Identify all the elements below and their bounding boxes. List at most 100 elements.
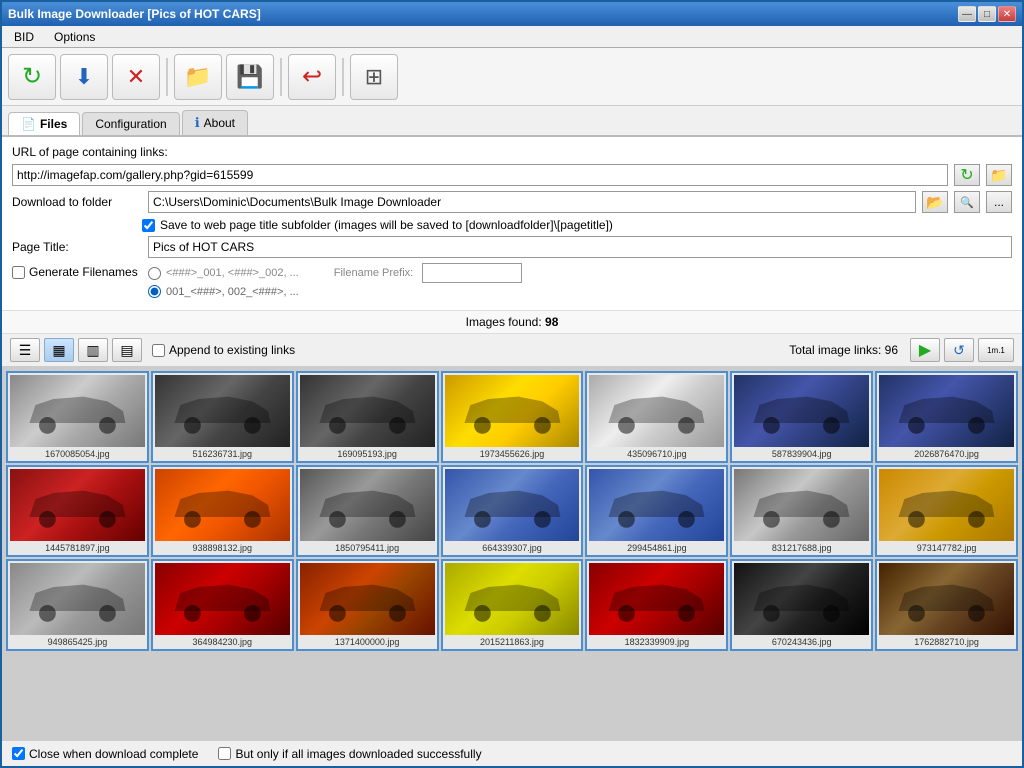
images-found-count: 98 (545, 315, 558, 329)
toolbar-separator (166, 58, 168, 96)
page-title-input[interactable] (148, 236, 1012, 258)
image-item[interactable]: 169095193.jpg (296, 371, 439, 463)
image-area[interactable]: 1670085054.jpg 516236731.jpg 169095193.jpg… (2, 367, 1022, 740)
maximize-button[interactable]: □ (978, 6, 996, 22)
subfolder-label: Save to web page title subfolder (images… (160, 218, 613, 232)
files-tab-label: Files (40, 117, 67, 131)
menu-bid[interactable]: BID (6, 28, 42, 46)
filename-prefix-input[interactable] (422, 263, 522, 283)
url-refresh-btn[interactable]: ↻ (954, 164, 980, 186)
image-filename: 938898132.jpg (192, 543, 252, 553)
image-filename: 831217688.jpg (772, 543, 832, 553)
image-item[interactable]: 831217688.jpg (730, 465, 873, 557)
url-row: URL of page containing links: (12, 145, 1012, 159)
minimize-button[interactable]: — (958, 6, 976, 22)
start-download-btn[interactable]: ▶ (910, 338, 940, 362)
open-folder-button[interactable]: 📁 (174, 54, 222, 100)
image-item[interactable]: 516236731.jpg (151, 371, 294, 463)
generate-filenames-checkbox[interactable] (12, 266, 25, 279)
url-input[interactable] (12, 164, 948, 186)
image-item[interactable]: 1670085054.jpg (6, 371, 149, 463)
toolbar-separator-3 (342, 58, 344, 96)
title-bar-buttons: — □ ✕ (958, 6, 1016, 22)
download-button[interactable]: ⬇ (60, 54, 108, 100)
image-item[interactable]: 435096710.jpg (585, 371, 728, 463)
image-filename: 1850795411.jpg (335, 543, 399, 553)
view-large-btn[interactable]: ▤ (112, 338, 142, 362)
image-filename: 949865425.jpg (48, 637, 108, 647)
tab-files[interactable]: 📄 Files (8, 112, 80, 135)
folder-browse-btn[interactable]: 📂 (922, 191, 948, 213)
close-when-done-checkbox[interactable] (12, 747, 25, 760)
refresh-links-btn[interactable]: ↺ (944, 338, 974, 362)
folder-more-btn[interactable]: ... (986, 191, 1012, 213)
bottom-bar: Close when download complete But only if… (2, 740, 1022, 766)
image-item[interactable]: 299454861.jpg (585, 465, 728, 557)
image-item[interactable]: 670243436.jpg (730, 559, 873, 651)
counter-btn[interactable]: 1m.1 (978, 338, 1014, 362)
image-item[interactable]: 1973455626.jpg (441, 371, 584, 463)
radio-option2[interactable] (148, 285, 161, 298)
image-item[interactable]: 938898132.jpg (151, 465, 294, 557)
view-medium-btn[interactable]: ▥ (78, 338, 108, 362)
image-filename: 2026876470.jpg (914, 449, 979, 459)
image-filename: 1973455626.jpg (480, 449, 545, 459)
total-links-label: Total image links: 96 (789, 343, 898, 357)
secondary-toolbar: ☰ ▦ ▥ ▤ Append to existing links Total i… (2, 334, 1022, 367)
image-filename: 516236731.jpg (192, 449, 252, 459)
radio-option1[interactable] (148, 267, 161, 280)
config-tab-label: Configuration (95, 117, 166, 131)
image-filename: 435096710.jpg (627, 449, 687, 459)
tab-configuration[interactable]: Configuration (82, 112, 179, 135)
image-filename: 1762882710.jpg (914, 637, 979, 647)
image-item[interactable]: 2015211863.jpg (441, 559, 584, 651)
subfolder-checkbox[interactable] (142, 219, 155, 232)
image-item[interactable]: 973147782.jpg (875, 465, 1018, 557)
save-button[interactable]: 💾 (226, 54, 274, 100)
grid-button[interactable]: ⊞ (350, 54, 398, 100)
image-item[interactable]: 1850795411.jpg (296, 465, 439, 557)
view-list-btn[interactable]: ☰ (10, 338, 40, 362)
image-filename: 664339307.jpg (482, 543, 542, 553)
close-when-done-row: Close when download complete (12, 747, 198, 761)
folder-row: Download to folder 📂 🔍 ... (12, 191, 1012, 213)
about-icon: ℹ (195, 115, 200, 131)
image-item[interactable]: 1445781897.jpg (6, 465, 149, 557)
about-tab-label: About (204, 116, 235, 130)
filename-prefix-label: Filename Prefix: (334, 267, 413, 279)
only-if-success-label: But only if all images downloaded succes… (235, 747, 481, 761)
files-tab-icon: 📄 (21, 117, 36, 131)
image-filename: 169095193.jpg (337, 449, 397, 459)
close-button[interactable]: ✕ (998, 6, 1016, 22)
url-label: URL of page containing links: (12, 145, 168, 159)
toolbar-separator-2 (280, 58, 282, 96)
image-item[interactable]: 664339307.jpg (441, 465, 584, 557)
image-item[interactable]: 587839904.jpg (730, 371, 873, 463)
images-found-bar: Images found: 98 (2, 310, 1022, 334)
menu-options[interactable]: Options (46, 28, 103, 46)
only-if-success-row: But only if all images downloaded succes… (218, 747, 481, 761)
page-title-label: Page Title: (12, 240, 142, 254)
undo-button[interactable]: ↩ (288, 54, 336, 100)
only-if-success-checkbox[interactable] (218, 747, 231, 760)
app-window: Bulk Image Downloader [Pics of HOT CARS]… (0, 0, 1024, 768)
image-item[interactable]: 1371400000.jpg (296, 559, 439, 651)
close-when-done-label: Close when download complete (29, 747, 198, 761)
stop-button[interactable]: ✕ (112, 54, 160, 100)
subfolder-row: Save to web page title subfolder (images… (12, 218, 1012, 232)
image-item[interactable]: 949865425.jpg (6, 559, 149, 651)
tab-about[interactable]: ℹ About (182, 110, 248, 135)
image-item[interactable]: 1832339909.jpg (585, 559, 728, 651)
image-filename: 670243436.jpg (772, 637, 832, 647)
view-small-btn[interactable]: ▦ (44, 338, 74, 362)
folder-input[interactable] (148, 191, 916, 213)
url-folder-btn[interactable]: 📁 (986, 164, 1012, 186)
folder-search-btn[interactable]: 🔍 (954, 191, 980, 213)
image-item[interactable]: 2026876470.jpg (875, 371, 1018, 463)
image-item[interactable]: 1762882710.jpg (875, 559, 1018, 651)
image-filename: 2015211863.jpg (480, 637, 544, 647)
refresh-button[interactable]: ↻ (8, 54, 56, 100)
menu-bar: BID Options (2, 26, 1022, 48)
append-checkbox[interactable] (152, 344, 165, 357)
image-item[interactable]: 364984230.jpg (151, 559, 294, 651)
